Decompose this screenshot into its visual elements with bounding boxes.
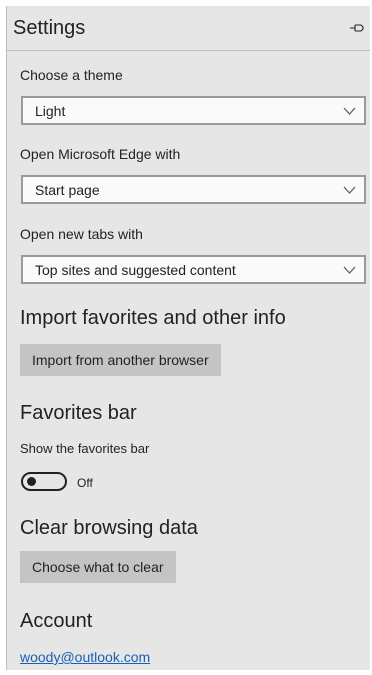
clear-browsing-heading: Clear browsing data xyxy=(20,517,198,539)
settings-panel: Settings Choose a theme Light Open Micro… xyxy=(6,6,370,670)
new-tabs-select-value: Top sites and suggested content xyxy=(35,262,236,278)
import-button[interactable]: Import from another browser xyxy=(20,344,221,376)
open-with-select[interactable]: Start page xyxy=(21,175,366,204)
favorites-bar-toggle[interactable] xyxy=(21,472,67,491)
import-heading: Import favorites and other info xyxy=(20,307,286,329)
chevron-down-icon xyxy=(343,107,356,115)
panel-header: Settings xyxy=(7,6,370,51)
chevron-down-icon xyxy=(343,266,356,274)
account-email-link[interactable]: woody@outlook.com xyxy=(20,649,150,665)
toggle-state-label: Off xyxy=(77,476,93,490)
theme-select[interactable]: Light xyxy=(21,96,366,125)
theme-select-value: Light xyxy=(35,103,66,119)
account-heading: Account xyxy=(20,610,93,632)
new-tabs-label: Open new tabs with xyxy=(20,226,143,242)
show-favorites-label: Show the favorites bar xyxy=(20,441,150,456)
favorites-bar-heading: Favorites bar xyxy=(20,402,137,424)
pin-icon[interactable] xyxy=(350,22,364,34)
page-title: Settings xyxy=(13,17,86,39)
toggle-knob xyxy=(27,477,36,486)
chevron-down-icon xyxy=(343,186,356,194)
choose-what-to-clear-button[interactable]: Choose what to clear xyxy=(20,551,176,583)
open-with-label: Open Microsoft Edge with xyxy=(20,146,181,162)
theme-label: Choose a theme xyxy=(20,67,123,83)
new-tabs-select[interactable]: Top sites and suggested content xyxy=(21,255,366,284)
open-with-select-value: Start page xyxy=(35,182,100,198)
